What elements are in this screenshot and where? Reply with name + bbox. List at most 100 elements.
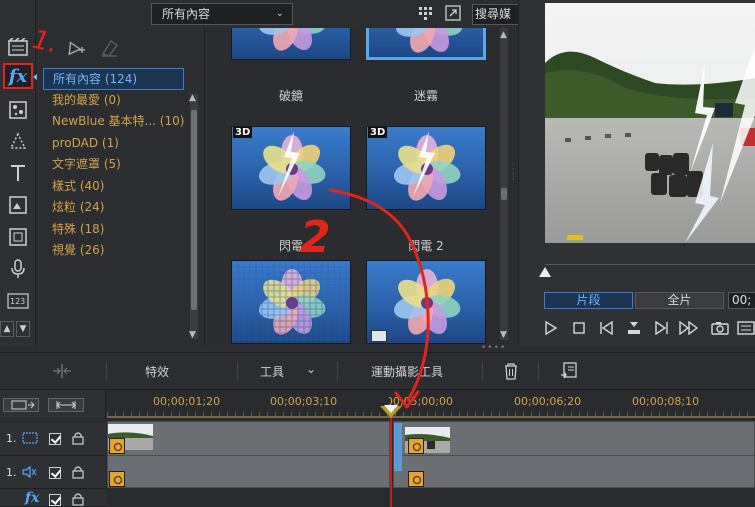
panel-splitter-handle[interactable]: · · · · xyxy=(512,161,516,184)
fx-icon: fx xyxy=(8,65,28,87)
effect-marker-icon[interactable] xyxy=(408,471,424,487)
effects-scrollbar[interactable] xyxy=(500,20,508,340)
category-item[interactable]: 我的最愛 (0) xyxy=(43,90,228,112)
tools-menu-button[interactable]: 工具 xyxy=(260,363,284,380)
subtitle-icon[interactable] xyxy=(3,224,33,250)
particle-icon[interactable] xyxy=(3,97,33,123)
effect-thumbnail[interactable]: 3D xyxy=(231,126,351,210)
audio-track-icon xyxy=(22,465,38,482)
track-enable-checkbox[interactable] xyxy=(49,494,61,506)
lock-icon[interactable] xyxy=(72,431,84,448)
category-item[interactable]: proDAD (1) xyxy=(43,133,228,155)
fx-room-button[interactable]: fx xyxy=(3,63,33,89)
category-item[interactable]: 特殊 (18) xyxy=(43,219,228,241)
fx-track-icon: fx xyxy=(25,490,40,506)
pip-icon[interactable] xyxy=(3,192,33,218)
category-scrollbar[interactable] xyxy=(190,94,198,339)
stop-icon[interactable] xyxy=(568,318,590,338)
track-enable-checkbox[interactable] xyxy=(49,467,61,479)
library-topbar: 所有內容 ⌄ 搜尋媒 xyxy=(37,0,522,28)
ruler-label: 00;00;06;20 xyxy=(514,395,582,408)
split-icon[interactable] xyxy=(51,363,73,382)
track-number: 1. xyxy=(6,432,17,445)
ruler-label: 00;00;03;10 xyxy=(270,395,338,408)
media-library-icon[interactable] xyxy=(3,34,33,60)
clip-properties-icon[interactable] xyxy=(560,362,578,383)
grid-view-icon[interactable] xyxy=(418,6,434,25)
expand-library-icon[interactable] xyxy=(445,5,461,24)
category-item[interactable]: 炫粒 (24) xyxy=(43,197,228,219)
fit-timeline-button[interactable] xyxy=(48,398,84,412)
content-filter-dropdown[interactable]: 所有內容 ⌄ xyxy=(151,3,293,25)
category-item[interactable]: 視覺 (26) xyxy=(43,240,228,262)
scroll-down-arrow-icon[interactable]: ▼ xyxy=(189,330,196,340)
effect-marker-icon[interactable] xyxy=(109,438,125,454)
playhead-line[interactable] xyxy=(390,418,392,507)
display-settings-icon[interactable] xyxy=(735,318,755,338)
chevron-down-icon: ▼ xyxy=(19,324,27,334)
trash-icon[interactable] xyxy=(503,362,519,383)
preview-video xyxy=(545,3,755,243)
category-item[interactable]: 文字遮罩 (5) xyxy=(43,154,228,176)
chevron-up-icon: ▲ xyxy=(3,324,11,334)
ruler-label: 00;00;01;20 xyxy=(153,395,221,408)
scroll-up-arrow-icon[interactable]: ▲ xyxy=(189,93,196,103)
lock-icon[interactable] xyxy=(72,465,84,482)
previous-frame-icon[interactable] xyxy=(596,318,618,338)
category-scroll-thumb[interactable] xyxy=(191,110,197,310)
effect-marker-icon[interactable] xyxy=(109,471,125,487)
category-item[interactable]: NewBlue 基本特... (10) xyxy=(43,111,228,133)
video-clip[interactable] xyxy=(393,421,755,488)
transition-marker[interactable] xyxy=(394,423,402,471)
transition-icon[interactable] xyxy=(3,128,33,154)
media-overlay-icon xyxy=(371,330,387,342)
timeline-toolbar: 特效 工具 ⌄ 運動攝影工具 xyxy=(0,352,755,390)
timeline-header xyxy=(0,390,106,418)
search-input[interactable]: 搜尋媒 xyxy=(472,4,522,25)
track-enable-checkbox[interactable] xyxy=(49,433,61,445)
scroll-up-arrow-icon[interactable]: ▲ xyxy=(500,30,507,40)
toolbar-divider xyxy=(106,361,107,381)
category-list: 所有內容 (124) 我的最愛 (0) NewBlue 基本特... (10) pro… xyxy=(43,68,228,262)
category-panel: 所有內容 (124) 我的最愛 (0) NewBlue 基本特... (10) pro… xyxy=(37,0,221,345)
toolbar-scroll-up-button[interactable]: ▲ xyxy=(0,321,14,337)
effect-marker-icon[interactable] xyxy=(408,438,424,454)
video-clip[interactable] xyxy=(107,421,391,488)
timeline: 00;00;01;20 00;00;03;10 00;00;05;00 00;0… xyxy=(0,390,755,507)
remove-favorite-icon[interactable] xyxy=(99,38,121,61)
scroll-down-arrow-icon[interactable]: ▼ xyxy=(500,330,507,340)
toolbar-scroll-down-button[interactable]: ▼ xyxy=(16,321,30,337)
video-track-header: 1. xyxy=(0,423,106,456)
room-toolbar: fx 123 ▲ ▼ xyxy=(0,0,38,345)
play-icon[interactable] xyxy=(540,318,562,338)
movie-mode-tab[interactable]: 全片 xyxy=(635,292,724,309)
scrubber-handle[interactable] xyxy=(539,267,551,277)
category-item[interactable]: 樣式 (40) xyxy=(43,176,228,198)
preview-scrubber[interactable] xyxy=(545,264,755,272)
timecode-display[interactable]: 00; xyxy=(728,292,755,309)
effect-thumbnail[interactable]: 3D xyxy=(366,126,486,210)
effect-label: 破鏡 xyxy=(278,89,303,103)
motion-tools-button[interactable]: 運動攝影工具 xyxy=(371,363,443,380)
chevron-down-icon[interactable]: ⌄ xyxy=(306,362,316,376)
timeline-ruler[interactable]: 00;00;01;20 00;00;03;10 00;00;05;00 00;0… xyxy=(107,390,755,418)
effects-menu-button[interactable]: 特效 xyxy=(145,363,169,380)
timeline-splitter-handle[interactable]: •••• xyxy=(481,344,505,353)
effects-scroll-thumb[interactable] xyxy=(501,188,507,200)
next-frame-icon[interactable] xyxy=(650,318,672,338)
voiceover-icon[interactable] xyxy=(3,256,33,282)
camera-snapshot-icon[interactable] xyxy=(709,318,731,338)
lock-icon[interactable] xyxy=(72,492,84,507)
clip-mode-tab[interactable]: 片段 xyxy=(544,292,633,309)
category-item[interactable]: 所有內容 (124) xyxy=(43,68,184,90)
add-to-favorites-icon[interactable] xyxy=(65,38,87,61)
track-manager-button[interactable] xyxy=(3,398,39,412)
snapshot-marker-icon[interactable] xyxy=(623,318,645,338)
video-track-icon xyxy=(22,432,38,447)
title-icon[interactable] xyxy=(3,160,33,186)
chapter-icon[interactable]: 123 xyxy=(3,288,33,314)
effect-label: 閃電 2 xyxy=(408,239,444,253)
fast-forward-icon[interactable] xyxy=(678,318,700,338)
clip-divider xyxy=(394,455,755,456)
effect-thumbnail[interactable] xyxy=(231,260,351,344)
